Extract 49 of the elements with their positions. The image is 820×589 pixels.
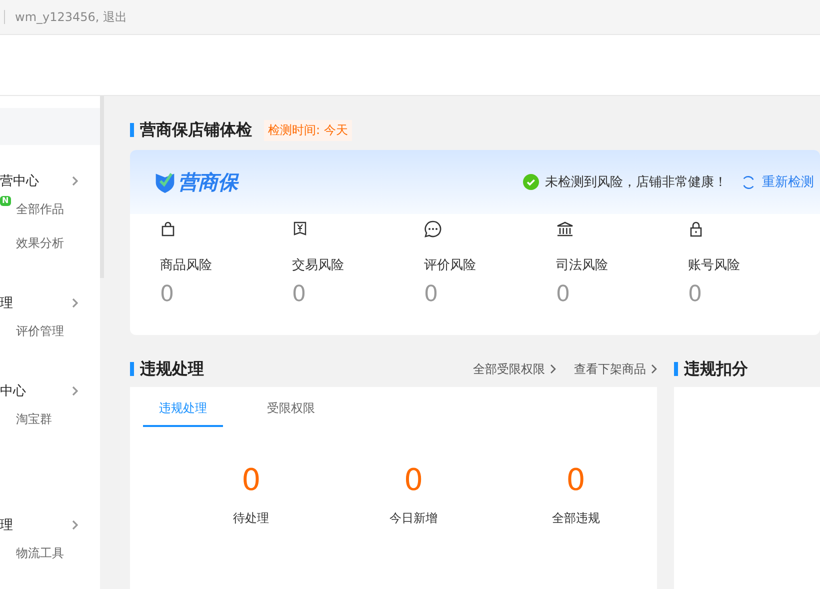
menu-item[interactable]: 评价管理 — [16, 322, 64, 340]
chevron-icon — [72, 298, 78, 308]
section-title: 违规扣分 — [684, 358, 748, 380]
section-title: 违规处理 — [140, 358, 204, 380]
chat-bubble-icon — [424, 220, 442, 238]
status-text: 未检测到风险，店铺非常健康！ — [545, 174, 727, 191]
check-circle-icon — [523, 174, 539, 190]
menu-group-title[interactable]: 理 — [0, 516, 13, 534]
logo-text: 营商保 — [178, 168, 238, 196]
stat-label: 待处理 — [233, 510, 270, 527]
menu-item[interactable]: 全部作品 — [16, 200, 64, 218]
risk-count: 0 — [424, 282, 438, 307]
chevron-icon — [72, 176, 78, 186]
menu-item[interactable]: 物流工具 — [16, 544, 64, 562]
risk-label: 评价风险 — [424, 257, 476, 274]
user-account-text[interactable]: wm_y123456, 退出 — [15, 8, 128, 26]
risk-count: 0 — [556, 282, 570, 307]
chevron-icon — [550, 364, 556, 374]
tab[interactable]: 违规处理 — [143, 397, 223, 427]
bag-icon — [160, 220, 176, 238]
menu-group-title[interactable]: 营中心 — [0, 172, 39, 190]
risk-count: 0 — [688, 282, 702, 307]
header-link[interactable]: 查看下架商品 — [574, 360, 657, 378]
chevron-icon — [72, 520, 78, 530]
shield-check-icon — [154, 170, 176, 194]
chevron-icon — [72, 386, 78, 396]
yen-tag-icon — [292, 220, 308, 238]
recheck-link[interactable]: 重新检测 — [762, 173, 814, 191]
bank-building-icon — [556, 220, 574, 238]
chevron-icon — [651, 364, 657, 374]
risk-label: 司法风险 — [556, 257, 608, 274]
risk-count: 0 — [160, 282, 174, 307]
menu-item[interactable]: 淘宝群 — [16, 410, 52, 428]
header-link[interactable]: 全部受限权限 — [473, 360, 556, 378]
stat-label: 全部违规 — [552, 510, 600, 527]
section-title: 营商保店铺体检 — [140, 120, 252, 140]
risk-label: 交易风险 — [292, 257, 344, 274]
new-badge: N — [0, 196, 11, 206]
menu-group-title[interactable]: 理 — [0, 294, 13, 312]
menu-group-title[interactable]: 中心 — [0, 382, 26, 400]
risk-label: 商品风险 — [160, 257, 212, 274]
menu-item[interactable]: 效果分析 — [16, 234, 64, 252]
stat-label: 今日新增 — [389, 510, 438, 527]
risk-count: 0 — [292, 282, 306, 307]
tab[interactable]: 受限权限 — [251, 397, 331, 427]
refresh-icon — [741, 174, 756, 190]
check-time-tag: 检测时间: 今天 — [264, 120, 352, 140]
risk-label: 账号风险 — [688, 257, 740, 274]
lock-icon — [688, 220, 704, 238]
